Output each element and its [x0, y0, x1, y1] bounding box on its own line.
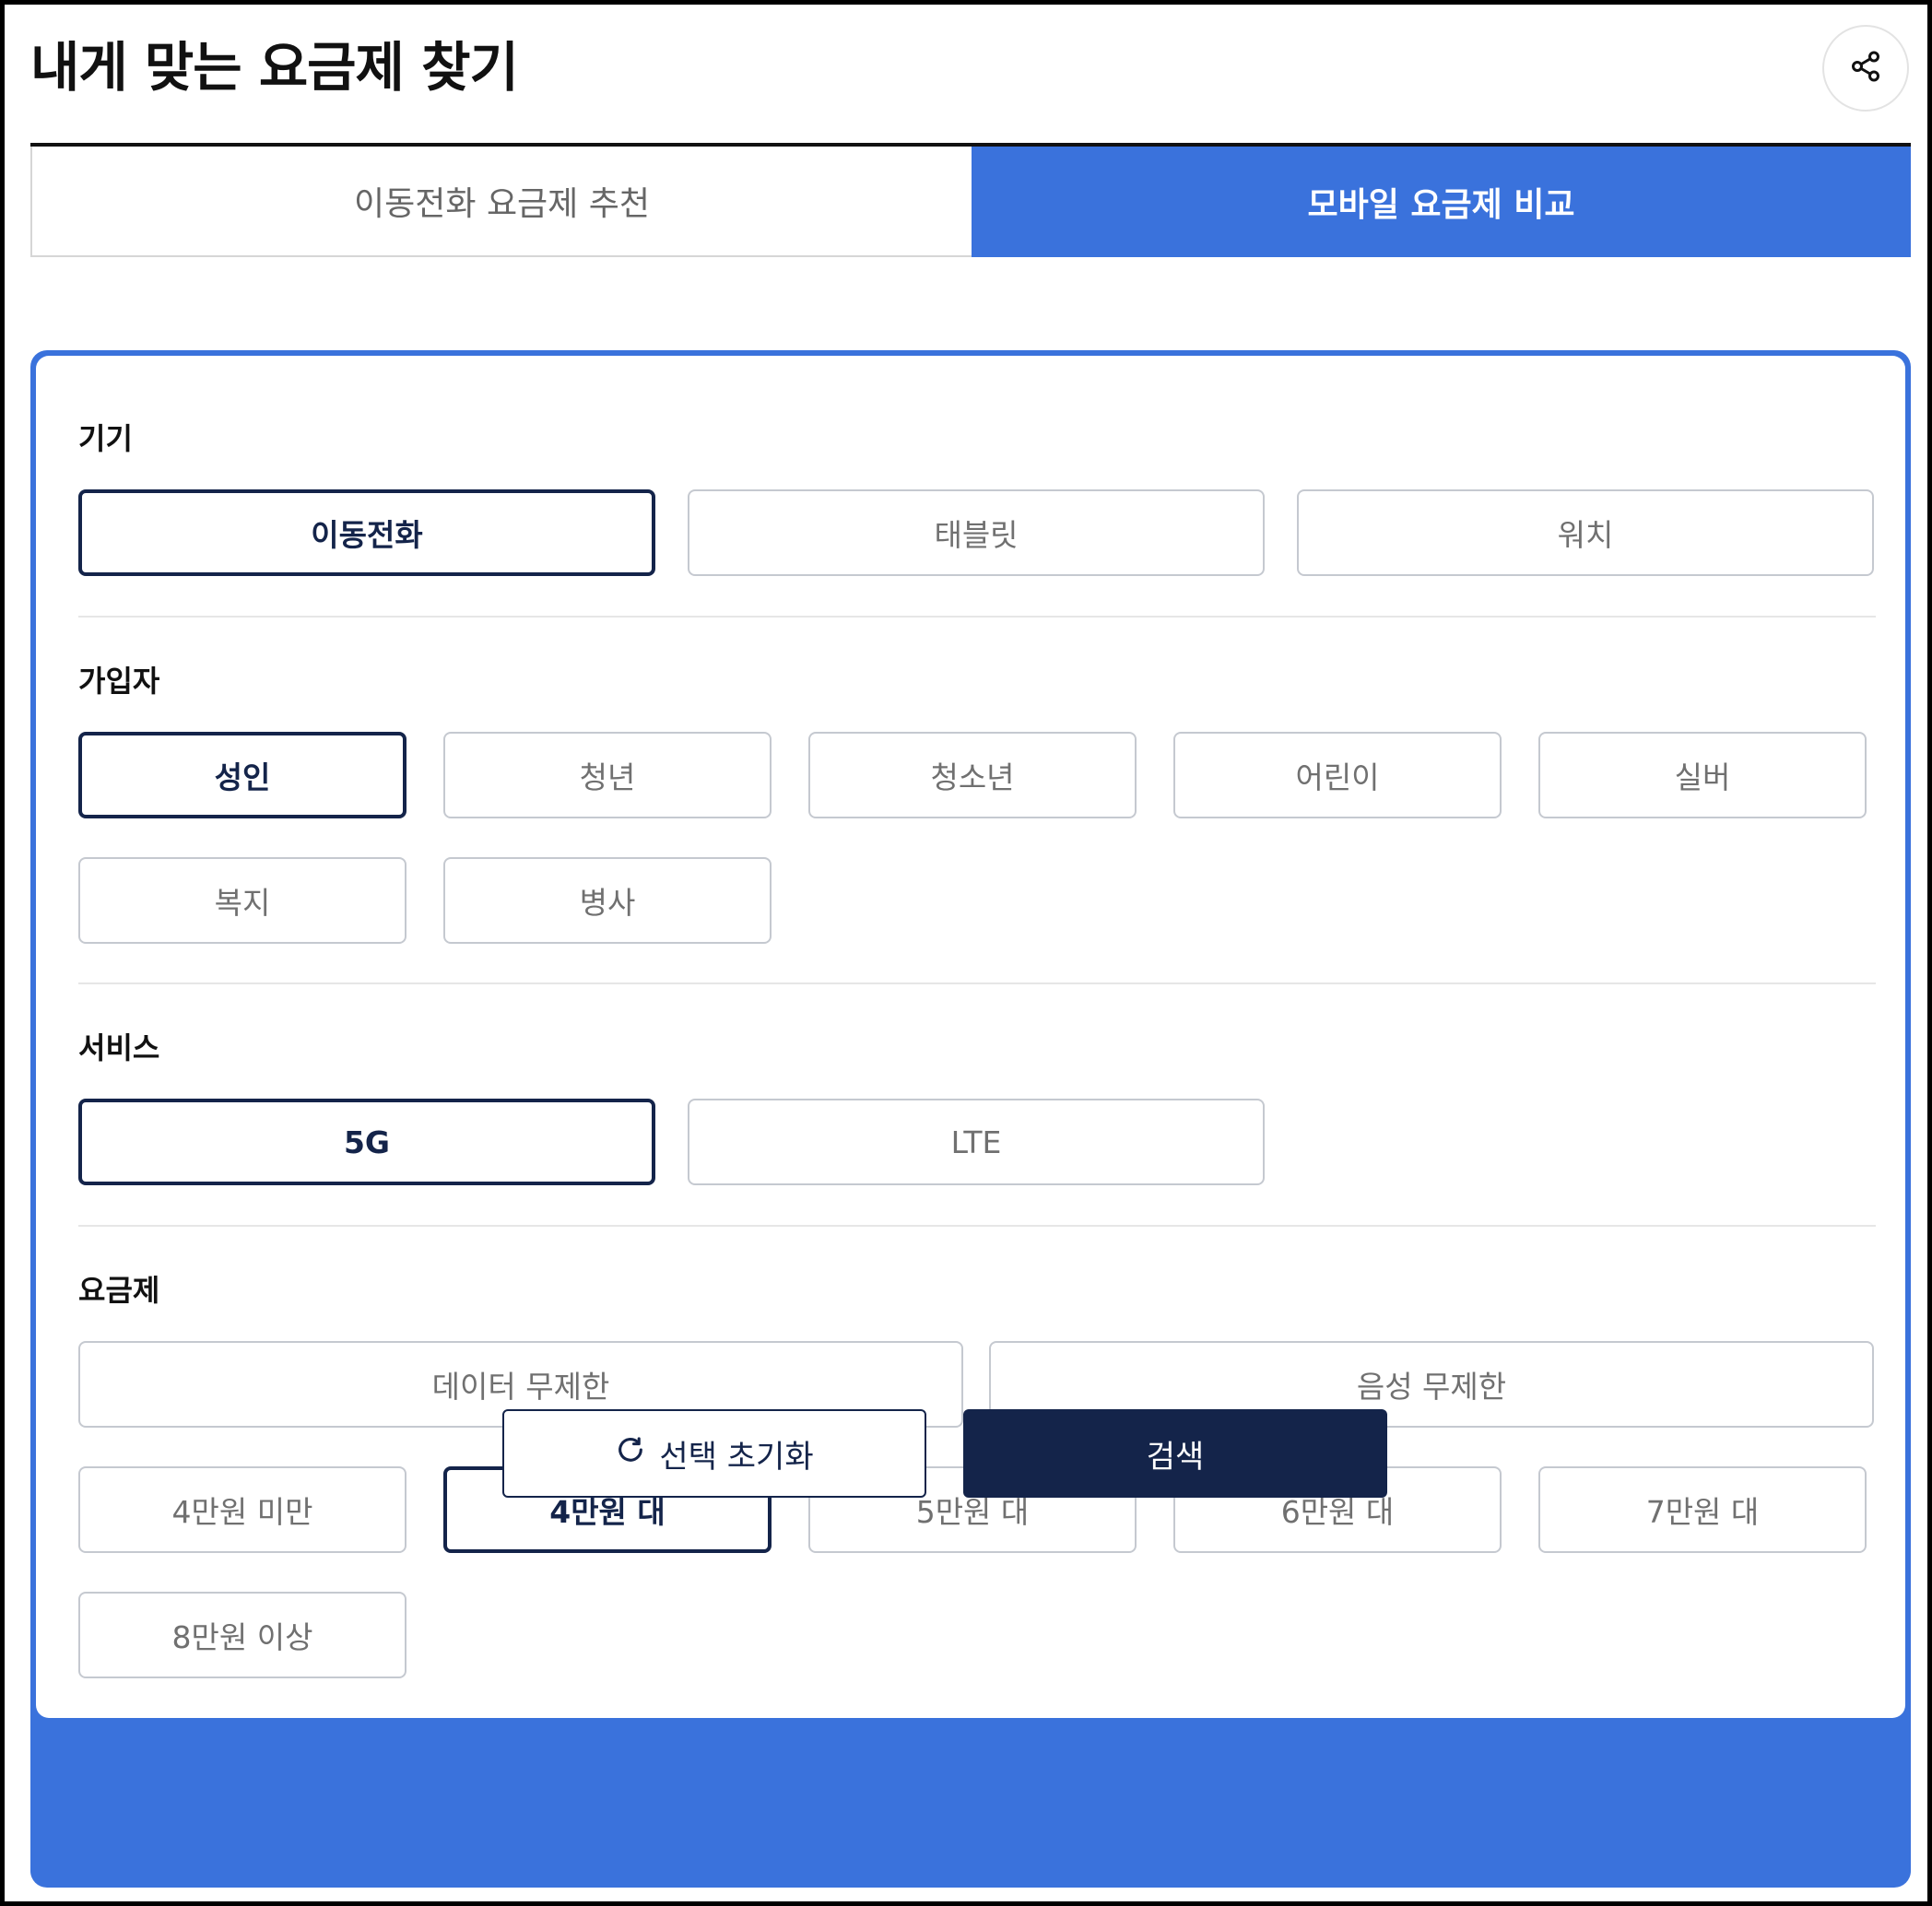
- tab-mobile-plan-recommend[interactable]: 이동전화 요금제 추천: [30, 147, 972, 257]
- tab-bar: 이동전화 요금제 추천 모바일 요금제 비교: [30, 143, 1911, 257]
- option-device-tablet[interactable]: 태블릿: [688, 489, 1265, 576]
- option-price-80k-plus[interactable]: 8만원 이상: [78, 1592, 406, 1678]
- share-icon: [1849, 50, 1882, 87]
- refresh-icon: [615, 1434, 646, 1474]
- section-label-plan: 요금제: [78, 1273, 160, 1308]
- section-label-device: 기기: [78, 421, 133, 456]
- option-price-under-40k[interactable]: 4만원 미만: [78, 1466, 406, 1553]
- tab-mobile-plan-compare[interactable]: 모바일 요금제 비교: [972, 147, 1911, 257]
- option-subscriber-soldier[interactable]: 병사: [443, 857, 772, 944]
- option-subscriber-welfare[interactable]: 복지: [78, 857, 406, 944]
- option-service-lte[interactable]: LTE: [688, 1099, 1265, 1185]
- page-title: 내게 맞는 요금제 찾기: [30, 36, 519, 99]
- search-button[interactable]: 검색: [963, 1409, 1387, 1498]
- option-device-watch[interactable]: 워치: [1297, 489, 1874, 576]
- filter-panel: 기기 이동전화 태블릿 워치 가입자 성인 청년 청소년 어린이 실버 복지 병…: [30, 350, 1911, 1888]
- option-subscriber-adult[interactable]: 성인: [78, 732, 406, 818]
- filter-card: 기기 이동전화 태블릿 워치 가입자 성인 청년 청소년 어린이 실버 복지 병…: [36, 356, 1905, 1718]
- page-frame: 내게 맞는 요금제 찾기 이동전화 요금제 추천 모바일 요금제 비교 기기 이…: [0, 0, 1932, 1906]
- option-subscriber-youth[interactable]: 청년: [443, 732, 772, 818]
- reset-selection-label: 선택 초기화: [659, 1438, 814, 1476]
- share-button[interactable]: [1822, 25, 1909, 112]
- section-label-service: 서비스: [78, 1030, 160, 1065]
- section-divider: [78, 982, 1876, 984]
- option-price-70k[interactable]: 7만원 대: [1538, 1466, 1867, 1553]
- section-label-subscriber: 가입자: [78, 664, 160, 699]
- option-subscriber-child[interactable]: 어린이: [1173, 732, 1502, 818]
- option-subscriber-senior[interactable]: 실버: [1538, 732, 1867, 818]
- option-device-phone[interactable]: 이동전화: [78, 489, 655, 576]
- reset-selection-button[interactable]: 선택 초기화: [502, 1409, 926, 1498]
- option-subscriber-teen[interactable]: 청소년: [808, 732, 1137, 818]
- section-divider: [78, 616, 1876, 618]
- option-service-5g[interactable]: 5G: [78, 1099, 655, 1185]
- section-divider: [78, 1225, 1876, 1227]
